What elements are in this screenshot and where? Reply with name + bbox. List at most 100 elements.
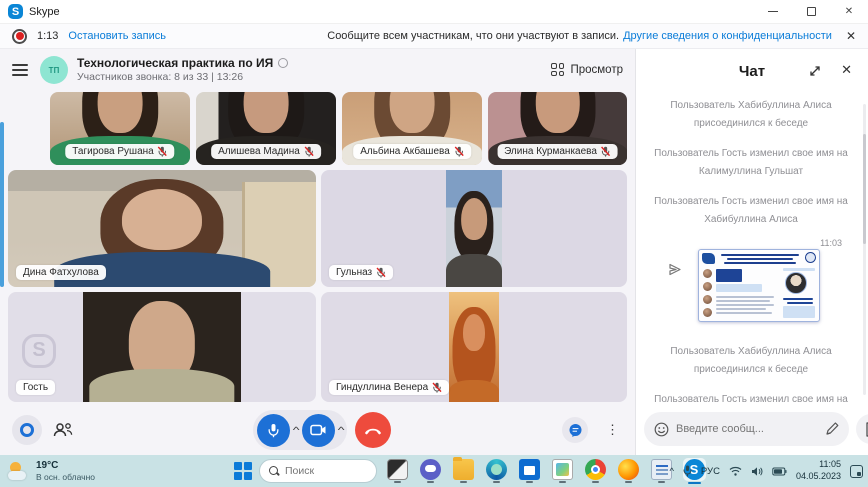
banner-close-icon[interactable]: ✕: [846, 29, 856, 43]
weather-icon: [8, 462, 30, 480]
video-tile[interactable]: Элина Курманкаева: [488, 92, 627, 165]
call-info-icon: [278, 58, 288, 68]
video-tile[interactable]: Гульназ: [321, 170, 627, 287]
mic-button[interactable]: [257, 414, 290, 447]
attach-file-button[interactable]: [856, 414, 868, 444]
chat-header: Чат ✕: [636, 49, 868, 93]
record-ring-icon: [20, 423, 34, 437]
search-icon: [269, 466, 279, 476]
start-button[interactable]: [234, 462, 252, 480]
more-options-icon[interactable]: ⋮: [606, 422, 619, 438]
taskbar-app-firefox[interactable]: [615, 459, 641, 483]
message-input[interactable]: [676, 423, 818, 435]
participant-name-pill: Алишева Мадина: [211, 144, 321, 159]
battery-icon[interactable]: [772, 467, 787, 476]
recording-active-button[interactable]: [12, 415, 42, 445]
teams-chat-icon: [420, 459, 441, 480]
taskbar-weather[interactable]: 19°C В осн. облачно: [8, 460, 95, 482]
participant-name-pill: Элина Курманкаева: [497, 144, 618, 159]
mic-muted-icon: [376, 267, 386, 278]
stage-scrollbar[interactable]: [0, 122, 4, 287]
privacy-link[interactable]: Другие сведения о конфиденциальности: [623, 30, 832, 42]
system-tray: ^ РУС 11:05 04.05.2023: [669, 459, 863, 482]
group-avatar[interactable]: тп: [40, 56, 68, 84]
taskbar-app-file-explorer[interactable]: [450, 459, 476, 483]
call-title: Технологическая практика по ИЯ: [77, 56, 273, 70]
stop-recording-link[interactable]: Остановить запись: [68, 30, 166, 42]
call-title-block[interactable]: Технологическая практика по ИЯ Участнико…: [77, 56, 288, 83]
message-input-pill[interactable]: [644, 412, 849, 446]
close-button[interactable]: ✕: [830, 0, 868, 23]
skype-window: S Skype ✕ 1:13 Остановить запись Сообщит…: [0, 0, 868, 487]
recording-timer: 1:13: [37, 30, 58, 42]
taskbar-search[interactable]: [259, 459, 377, 483]
system-message: Пользователь Хабибуллина Алисаприсоедини…: [646, 97, 856, 132]
participant-name-pill: Гульназ: [329, 265, 393, 280]
windows-taskbar: 19°C В осн. облачно S ^ РУС: [0, 455, 868, 487]
participant-name-pill: Дина Фатхулова: [16, 265, 106, 280]
volume-icon[interactable]: [751, 466, 763, 477]
firefox-icon: [618, 459, 639, 480]
chat-scrollbar[interactable]: [863, 104, 866, 395]
emoji-icon[interactable]: [654, 422, 669, 437]
grid-view-icon: [551, 63, 564, 76]
mic-muted-icon: [454, 146, 464, 157]
camera-icon: [310, 424, 327, 436]
participant-name-pill: Тагирова Рушана: [65, 144, 174, 159]
taskbar-app-task-view[interactable]: [384, 459, 410, 483]
maximize-button[interactable]: [792, 0, 830, 23]
participant-name: Алишева Мадина: [218, 146, 300, 157]
pen-icon[interactable]: [825, 422, 839, 436]
language-indicator[interactable]: РУС: [701, 466, 720, 477]
mic-options-chevron-icon[interactable]: ^: [293, 425, 300, 435]
participant-name: Гиндуллина Венера: [336, 382, 428, 393]
taskbar-app-store[interactable]: [516, 459, 542, 483]
system-message: Пользователь Гость изменил свое имя наКа…: [646, 145, 856, 180]
taskbar-app-photos[interactable]: [549, 459, 575, 483]
view-label: Просмотр: [570, 64, 623, 76]
forward-icon[interactable]: [668, 263, 682, 276]
video-tile[interactable]: S Гость: [8, 292, 316, 402]
search-input[interactable]: [285, 465, 367, 477]
chat-bubble-icon: [568, 423, 583, 438]
video-tile[interactable]: Дина Фатхулова: [8, 170, 316, 287]
weather-condition: В осн. облачно: [36, 472, 95, 482]
call-subtitle: Участников звонка: 8 из 33 | 13:26: [77, 71, 288, 83]
taskbar-app-teams-chat[interactable]: [417, 459, 443, 483]
video-tile[interactable]: Алишева Мадина: [196, 92, 336, 165]
video-tile[interactable]: Альбина Акбашева: [342, 92, 482, 165]
view-button[interactable]: Просмотр: [551, 63, 623, 76]
chat-close-icon[interactable]: ✕: [841, 62, 852, 78]
chat-input-bar: •••: [644, 411, 860, 447]
mic-muted-icon: [601, 146, 611, 157]
hidden-icons-chevron-icon[interactable]: ^: [669, 466, 673, 477]
taskbar-app-chrome[interactable]: [582, 459, 608, 483]
open-chat-button[interactable]: [562, 417, 588, 443]
chat-expand-icon[interactable]: [808, 64, 822, 78]
recording-notice: Сообщите всем участникам, что они участв…: [327, 30, 619, 42]
participant-name: Гость: [23, 382, 48, 393]
notification-center-icon[interactable]: [850, 465, 863, 478]
participant-name: Гульназ: [336, 267, 372, 278]
wifi-icon[interactable]: [729, 466, 742, 476]
end-call-button[interactable]: [355, 412, 391, 448]
system-message: Пользователь Гость изменил свое имя наХа…: [646, 391, 856, 403]
weather-temp: 19°C: [36, 460, 95, 472]
maximize-icon: [807, 7, 816, 16]
camera-button[interactable]: [302, 414, 335, 447]
minimize-button[interactable]: [754, 0, 792, 23]
taskbar-clock[interactable]: 11:05 04.05.2023: [796, 459, 841, 482]
participants-icon[interactable]: [52, 421, 74, 439]
camera-options-chevron-icon[interactable]: ^: [338, 425, 345, 435]
video-tile[interactable]: Гиндуллина Венера: [321, 292, 627, 402]
tray-mic-icon[interactable]: [683, 465, 692, 477]
recording-indicator-icon: [12, 29, 27, 44]
store-icon: [519, 459, 540, 480]
menu-icon[interactable]: [12, 64, 28, 76]
message-time: 11:03: [820, 238, 842, 248]
shared-image[interactable]: [698, 249, 820, 322]
photos-icon: [552, 459, 573, 480]
video-tile[interactable]: Тагирова Рушана: [50, 92, 190, 165]
taskbar-app-edge[interactable]: [483, 459, 509, 483]
image-message: 11:03: [646, 241, 856, 329]
